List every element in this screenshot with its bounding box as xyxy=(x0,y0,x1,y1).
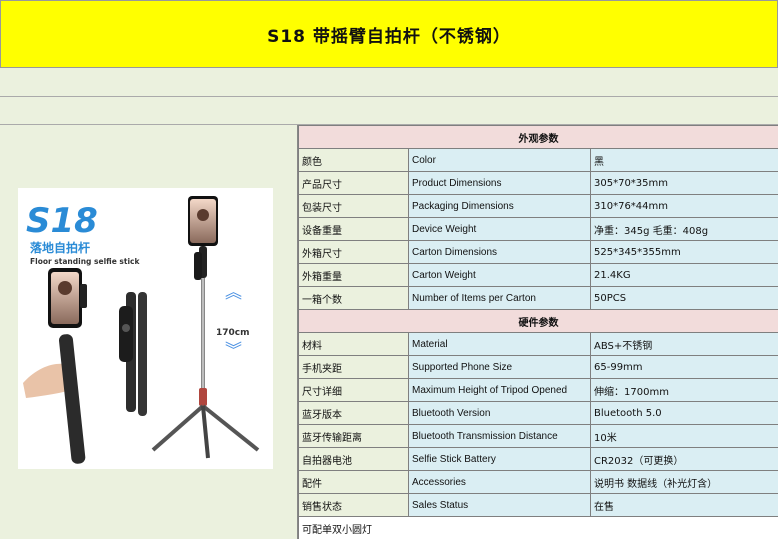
row-label-en: Sales Status xyxy=(408,493,591,517)
row-label-en: Bluetooth Transmission Distance xyxy=(408,424,591,448)
note-row: 可配单双小圆灯 xyxy=(297,516,778,539)
table-row: 蓝牙版本 Bluetooth Version Bluetooth 5.0 xyxy=(298,401,778,425)
table-row: 一箱个数 Number of Items per Carton 50PCS xyxy=(298,286,778,310)
row-label-cn: 设备重量 xyxy=(298,217,409,241)
product-photo: S18 落地自拍杆 Floor standing selfie stick ︽ … xyxy=(18,188,273,469)
row-label-en: Supported Phone Size xyxy=(408,355,591,379)
row-value: 净重：345g 毛重：408g xyxy=(589,217,778,241)
empty-row-1 xyxy=(0,68,778,97)
row-label-en: Bluetooth Version xyxy=(408,401,591,425)
table-row: 外箱重量 Carton Weight 21.4KG xyxy=(298,263,778,287)
row-value: 305*70*35mm xyxy=(589,171,778,195)
row-value: 10米 xyxy=(589,424,778,448)
table-row: 自拍器电池 Selfie Stick Battery CR2032（可更换） xyxy=(298,447,778,471)
row-label-cn: 蓝牙版本 xyxy=(298,401,409,425)
row-value: 525*345*355mm xyxy=(589,240,778,264)
table-row: 手机夹距 Supported Phone Size 65-99mm xyxy=(298,355,778,379)
note-text: 可配单双小圆灯 xyxy=(297,516,778,539)
page-title: S18 带摇臂自拍杆（不锈钢） xyxy=(267,26,511,47)
row-label-cn: 颜色 xyxy=(298,148,409,172)
image-title-cn: 落地自拍杆 xyxy=(30,240,90,255)
table-row: 设备重量 Device Weight 净重：345g 毛重：408g xyxy=(298,217,778,241)
row-value: 在售 xyxy=(589,493,778,517)
table-row: 产品尺寸 Product Dimensions 305*70*35mm xyxy=(298,171,778,195)
row-label-en: Material xyxy=(408,332,591,356)
row-label-en: Selfie Stick Battery xyxy=(408,447,591,471)
table-row: 销售状态 Sales Status 在售 xyxy=(298,493,778,517)
row-label-cn: 配件 xyxy=(298,470,409,494)
table-row: 蓝牙传输距离 Bluetooth Transmission Distance 10米 xyxy=(298,424,778,448)
row-value: 黑 xyxy=(589,148,778,172)
section-header: 硬件参数 xyxy=(297,309,778,333)
row-label-en: Carton Weight xyxy=(408,263,591,287)
section-header: 外观参数 xyxy=(297,125,778,149)
row-label-cn: 自拍器电池 xyxy=(298,447,409,471)
row-value: 310*76*44mm xyxy=(589,194,778,218)
row-value: 伸缩：1700mm xyxy=(589,378,778,402)
row-label-en: Maximum Height of Tripod Opened xyxy=(408,378,591,402)
spec-table: 外观参数 颜色 Color 黑 产品尺寸 Product Dimensions 305*… xyxy=(297,125,778,539)
row-label-cn: 材料 xyxy=(298,332,409,356)
row-label-cn: 外箱尺寸 xyxy=(298,240,409,264)
row-label-cn: 一箱个数 xyxy=(298,286,409,310)
title-bar: S18 带摇臂自拍杆（不锈钢） xyxy=(0,0,778,68)
down-chevron-icon: ︾ xyxy=(225,341,242,361)
row-label-en: Product Dimensions xyxy=(408,171,591,195)
row-label-cn: 尺寸详细 xyxy=(298,378,409,402)
row-label-en: Accessories xyxy=(408,470,591,494)
up-chevron-icon: ︽ xyxy=(225,283,242,303)
row-label-en: Color xyxy=(408,148,591,172)
row-label-en: Number of Items per Carton xyxy=(408,286,591,310)
row-value: CR2032（可更换） xyxy=(589,447,778,471)
height-label: 170cm xyxy=(216,328,250,338)
selfie-stick-illustration: S18 落地自拍杆 Floor standing selfie stick ︽ … xyxy=(23,196,260,464)
section-header-row: 硬件参数 xyxy=(297,309,778,333)
empty-row-2 xyxy=(0,97,778,125)
table-row: 包装尺寸 Packaging Dimensions 310*76*44mm xyxy=(298,194,778,218)
row-value: Bluetooth 5.0 xyxy=(589,401,778,425)
row-label-cn: 包装尺寸 xyxy=(298,194,409,218)
row-value: 50PCS xyxy=(589,286,778,310)
row-label-cn: 产品尺寸 xyxy=(298,171,409,195)
row-label-cn: 销售状态 xyxy=(298,493,409,517)
table-row: 外箱尺寸 Carton Dimensions 525*345*355mm xyxy=(298,240,778,264)
row-value: 65-99mm xyxy=(589,355,778,379)
image-title-en: Floor standing selfie stick xyxy=(30,257,140,266)
row-label-en: Packaging Dimensions xyxy=(408,194,591,218)
row-label-en: Carton Dimensions xyxy=(408,240,591,264)
section-header-row: 外观参数 xyxy=(297,125,778,149)
table-row: 材料 Material ABS+不锈钢 xyxy=(298,332,778,356)
row-label-cn: 手机夹距 xyxy=(298,355,409,379)
row-label-en: Device Weight xyxy=(408,217,591,241)
row-value: 21.4KG xyxy=(589,263,778,287)
table-row: 配件 Accessories 说明书 数据线（补光灯含） xyxy=(298,470,778,494)
brand-model-text: S18 xyxy=(26,201,98,241)
table-row: 尺寸详细 Maximum Height of Tripod Opened 伸缩：17… xyxy=(298,378,778,402)
row-value: 说明书 数据线（补光灯含） xyxy=(589,470,778,494)
row-label-cn: 外箱重量 xyxy=(298,263,409,287)
row-label-cn: 蓝牙传输距离 xyxy=(298,424,409,448)
row-value: ABS+不锈钢 xyxy=(589,332,778,356)
table-row: 颜色 Color 黑 xyxy=(298,148,778,172)
